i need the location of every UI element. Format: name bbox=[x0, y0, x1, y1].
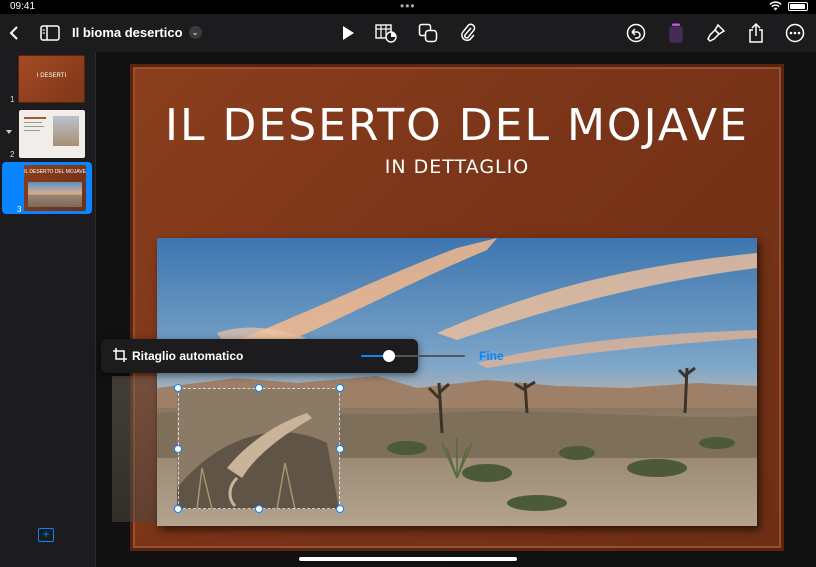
home-indicator[interactable] bbox=[299, 557, 517, 561]
chevron-down-icon: ⌄ bbox=[188, 26, 202, 39]
multitasking-dots[interactable]: ••• bbox=[400, 0, 416, 13]
document-title-button[interactable]: Il bioma desertico ⌄ bbox=[72, 25, 202, 40]
thumbnail-text-line bbox=[24, 130, 40, 131]
resize-handle-left[interactable] bbox=[174, 445, 182, 453]
status-time: 09:41 bbox=[10, 1, 36, 12]
undo-icon[interactable] bbox=[624, 21, 648, 45]
thumbnail-photo bbox=[53, 116, 79, 146]
disclosure-triangle-icon[interactable] bbox=[6, 130, 12, 134]
resize-handle-top-left[interactable] bbox=[174, 384, 182, 392]
slide-number: 2 bbox=[10, 150, 15, 159]
slide-thumbnail-1[interactable]: I DESERTI bbox=[18, 55, 85, 103]
resize-handle-bottom-left[interactable] bbox=[174, 505, 182, 513]
more-icon[interactable] bbox=[783, 21, 807, 45]
slide-number: 1 bbox=[10, 95, 15, 104]
status-bar: 09:41 ••• bbox=[0, 0, 816, 14]
toolbar: Il bioma desertico ⌄ bbox=[0, 14, 816, 52]
thumbnail-text-line bbox=[24, 122, 42, 123]
brush-icon[interactable] bbox=[704, 21, 728, 45]
paperclip-icon[interactable] bbox=[456, 21, 480, 45]
auto-crop-label: Ritaglio automatico bbox=[132, 349, 244, 363]
auto-crop-bar: Ritaglio automatico Fine bbox=[101, 339, 504, 373]
share-icon[interactable] bbox=[744, 21, 768, 45]
resize-handle-top[interactable] bbox=[255, 384, 263, 392]
add-slide-button[interactable]: + bbox=[38, 528, 54, 542]
wifi-icon bbox=[769, 1, 782, 11]
slide-subtitle[interactable]: IN DETTAGLIO bbox=[130, 156, 784, 178]
thumbnail-text-line bbox=[24, 126, 44, 127]
slide-thumbnail-2[interactable] bbox=[19, 110, 85, 158]
resize-handle-bottom[interactable] bbox=[255, 505, 263, 513]
done-button[interactable]: Fine bbox=[479, 349, 504, 363]
resize-handle-right[interactable] bbox=[336, 445, 344, 453]
document-title: Il bioma desertico bbox=[72, 25, 183, 40]
crop-slider-knob[interactable] bbox=[383, 350, 396, 362]
status-right bbox=[769, 1, 808, 11]
slide-thumbnail-3[interactable]: IL DESERTO DEL MOJAVE bbox=[24, 165, 86, 211]
chevron-left-icon[interactable] bbox=[2, 21, 26, 45]
thumbnail-title: IL DESERTO DEL MOJAVE bbox=[24, 169, 86, 175]
image-selection-frame[interactable] bbox=[178, 388, 340, 509]
crop-icon bbox=[113, 348, 127, 362]
slide-number: 3 bbox=[17, 205, 22, 214]
thumbnail-title: I DESERTI bbox=[36, 73, 67, 79]
shapes-icon[interactable] bbox=[416, 21, 440, 45]
table-chart-icon[interactable] bbox=[374, 21, 398, 45]
slide-navigator: I DESERTI 1 2 IL DESERTO DEL MOJAVE 3 + bbox=[0, 52, 96, 567]
slide-title[interactable]: IL DESERTO DEL MOJAVE bbox=[130, 100, 784, 151]
play-icon[interactable] bbox=[336, 21, 360, 45]
thumbnail-text-line bbox=[24, 117, 46, 119]
resize-handle-bottom-right[interactable] bbox=[336, 505, 344, 513]
format-icon[interactable] bbox=[664, 21, 688, 45]
thumbnail-photo bbox=[28, 182, 82, 207]
sidebar-icon[interactable] bbox=[38, 21, 62, 45]
battery-icon bbox=[788, 1, 808, 11]
resize-handle-top-right[interactable] bbox=[336, 384, 344, 392]
crop-slider[interactable] bbox=[361, 350, 465, 362]
